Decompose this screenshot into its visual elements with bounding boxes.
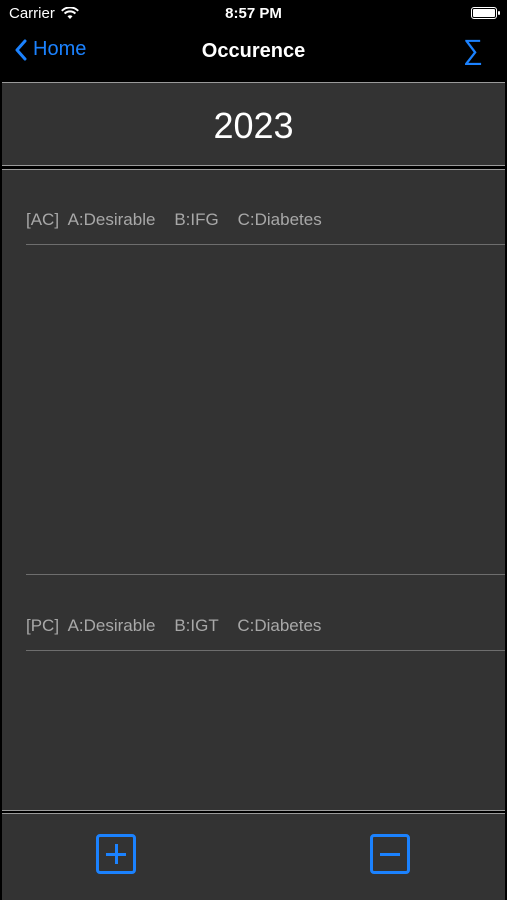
page-title: Occurence bbox=[201, 40, 306, 62]
add-button[interactable] bbox=[96, 834, 136, 874]
battery-icon bbox=[471, 7, 500, 19]
remove-button[interactable] bbox=[370, 834, 410, 874]
ac-divider bbox=[26, 244, 505, 245]
year-label[interactable]: 2023 bbox=[2, 105, 505, 147]
ac-section-label: [AC] A:Desirable B:IFG C:Diabetes bbox=[26, 210, 322, 229]
status-bar: Carrier 8:57 PM bbox=[0, 0, 507, 28]
sum-icon[interactable]: ∑ bbox=[463, 36, 483, 64]
section-divider bbox=[26, 574, 505, 575]
year-header: 2023 bbox=[2, 82, 505, 166]
pc-section-label: [PC] A:Desirable B:IGT C:Diabetes bbox=[26, 616, 322, 635]
minus-icon bbox=[380, 853, 400, 856]
plus-icon-vertical bbox=[115, 844, 118, 864]
status-time: 8:57 PM bbox=[225, 5, 282, 22]
navigation-bar: Home Occurence ∑ bbox=[0, 28, 507, 80]
bottom-toolbar bbox=[2, 813, 505, 900]
occurrence-panel: [AC] A:Desirable B:IFG C:Diabetes [PC] A… bbox=[2, 169, 505, 811]
pc-divider bbox=[26, 650, 505, 651]
